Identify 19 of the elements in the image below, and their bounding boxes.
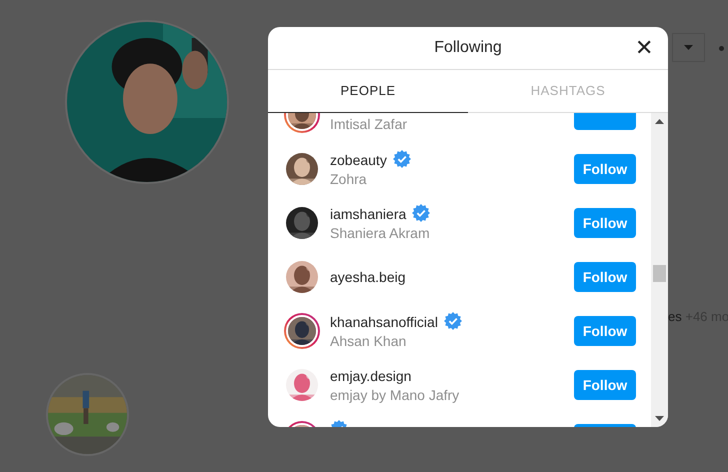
full-name: emjay by Mano Jafry — [330, 386, 460, 404]
scroll-thumb[interactable] — [653, 265, 666, 282]
username[interactable]: khanahsanofficial — [330, 314, 438, 330]
close-button[interactable]: ✕ — [632, 36, 656, 60]
username[interactable]: zobeauty — [330, 152, 387, 168]
username[interactable]: emjay.design — [330, 368, 412, 384]
full-name: Ahsan Khan — [330, 332, 408, 350]
dialog-title: Following — [434, 38, 502, 58]
scroll-down-icon[interactable] — [655, 416, 664, 421]
username[interactable]: ayesha.beig — [330, 268, 406, 284]
caret-icon — [684, 45, 693, 50]
followers-text: es — [668, 309, 682, 324]
scroll-up-icon[interactable] — [655, 119, 664, 124]
full-name: Shaniera Akram — [330, 224, 431, 242]
dropdown-button[interactable] — [672, 33, 705, 62]
more-icon[interactable] — [719, 46, 724, 51]
username[interactable]: iamshaniera — [330, 206, 406, 222]
full-name: Imtisal Zafar — [330, 115, 408, 133]
full-name: Zohra — [330, 170, 368, 188]
